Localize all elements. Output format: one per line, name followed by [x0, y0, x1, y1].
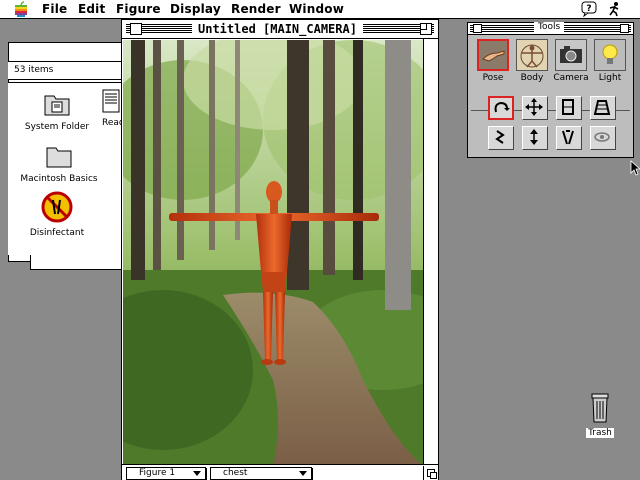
menu-render[interactable]: Render — [231, 2, 281, 16]
scale-icon — [530, 129, 538, 145]
disinfectant-app-icon — [41, 191, 73, 223]
chain-break-tool-button[interactable] — [488, 126, 514, 150]
menu-bar: File Edit Figure Display Render Window ? — [0, 0, 640, 19]
tools-title-bar[interactable]: Tools — [468, 22, 633, 35]
resize-grow-box[interactable] — [423, 466, 438, 480]
trash-label: Trash — [586, 428, 614, 438]
arrow-cursor-icon — [630, 160, 640, 176]
tools-title: Tools — [534, 22, 565, 32]
scene-viewport[interactable] — [123, 40, 425, 466]
scale-tool-button[interactable] — [522, 126, 548, 150]
camera-mode-label: Camera — [553, 73, 589, 83]
camera-mode-button[interactable] — [555, 39, 587, 71]
macintosh-basics-label: Macintosh Basics — [20, 174, 98, 184]
macintosh-basics-folder[interactable]: Macintosh Basics — [14, 145, 104, 184]
finder-info-bar: 53 items — [8, 61, 121, 80]
menu-figure[interactable]: Figure — [116, 2, 161, 16]
twist-tool-button[interactable] — [556, 96, 582, 120]
chevron-down-icon — [299, 471, 307, 476]
apple-icon[interactable] — [13, 1, 29, 17]
items-count: 53 items — [14, 65, 54, 75]
folder-icon — [46, 147, 72, 168]
poser-running-figure-icon[interactable] — [606, 1, 622, 17]
finder-window-edge — [30, 255, 132, 270]
zoom-box[interactable] — [420, 23, 432, 35]
rotate-icon — [494, 101, 510, 113]
menu-file[interactable]: File — [42, 2, 67, 16]
document-title-bar[interactable]: Untitled [MAIN_CAMERA] — [122, 20, 438, 39]
translate-icon — [525, 98, 543, 116]
menu-window[interactable]: Window — [289, 2, 344, 16]
camera-icon — [556, 40, 586, 70]
menu-edit[interactable]: Edit — [78, 2, 105, 16]
twist-icon — [562, 99, 574, 115]
vitruvian-body-icon — [517, 40, 547, 70]
menu-display[interactable]: Display — [170, 2, 221, 16]
document-title: Untitled [MAIN_CAMERA] — [192, 22, 363, 36]
body-mode-label: Body — [520, 73, 544, 83]
chain-break-icon — [495, 130, 505, 144]
svg-text:?: ? — [586, 4, 591, 14]
light-mode-label: Light — [598, 73, 622, 83]
figure-select-popup[interactable]: Figure 1 — [126, 467, 206, 480]
system-folder-icon — [44, 95, 70, 116]
taper-tool-button[interactable] — [590, 96, 616, 120]
document-icon — [102, 89, 120, 113]
tools-palette: Tools Pose Body Camera Light — [467, 22, 634, 158]
light-mode-button[interactable] — [594, 39, 626, 71]
system-folder[interactable]: System Folder — [22, 93, 92, 132]
pose-mode-button[interactable] — [477, 39, 509, 71]
view-magnifier-tool-button[interactable] — [590, 126, 616, 150]
body-part-select-popup[interactable]: chest — [210, 467, 312, 480]
taper-icon — [593, 100, 611, 115]
disinfectant-label: Disinfectant — [29, 228, 85, 238]
trash[interactable]: Trash — [585, 392, 615, 438]
close-box[interactable] — [130, 23, 142, 35]
body-mode-button[interactable] — [516, 39, 548, 71]
tools-zoom-box[interactable] — [620, 24, 629, 33]
disinfectant-app[interactable]: Disinfectant — [22, 191, 92, 238]
trash-icon — [591, 393, 609, 423]
color-icon — [562, 130, 574, 145]
rotate-tool-button[interactable] — [488, 96, 514, 120]
tools-close-box[interactable] — [473, 24, 482, 33]
chevron-down-icon — [193, 471, 201, 476]
body-part-select-value: chest — [223, 468, 248, 478]
vertical-scrollbar[interactable] — [423, 39, 438, 464]
hand-pose-icon — [479, 41, 507, 69]
color-tool-button[interactable] — [556, 126, 582, 150]
document-bottom-bar: Figure 1 chest — [122, 464, 438, 480]
system-folder-label: System Folder — [24, 122, 90, 132]
finder-content: System Folder Read Macintosh Basics Disi… — [8, 82, 125, 255]
document-window: Untitled [MAIN_CAMERA] Figure 1 chest — [121, 19, 439, 480]
figure-select-value: Figure 1 — [139, 468, 176, 478]
lightbulb-icon — [595, 40, 625, 70]
pose-mode-label: Pose — [482, 73, 504, 83]
help-balloon-icon[interactable]: ? — [581, 1, 597, 17]
view-magnifier-icon — [594, 132, 610, 142]
translate-tool-button[interactable] — [522, 96, 548, 120]
